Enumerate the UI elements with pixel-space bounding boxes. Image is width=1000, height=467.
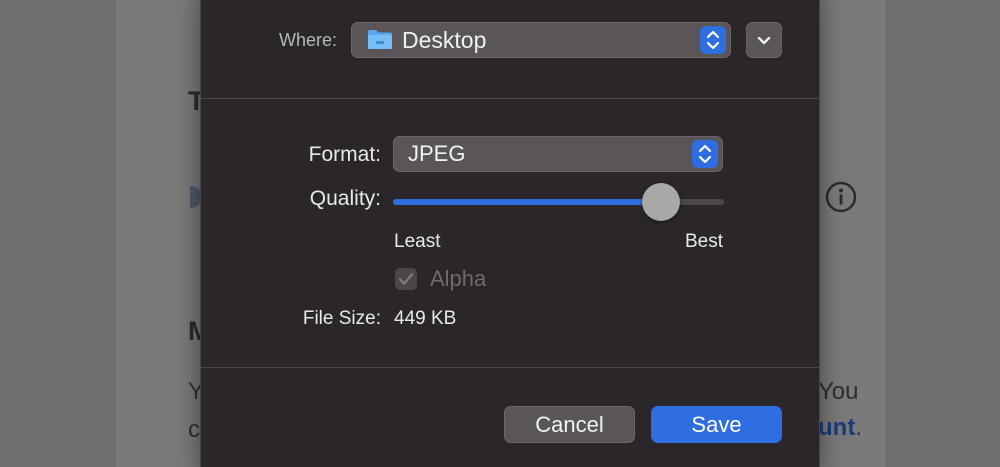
background-text-fragment: c	[188, 416, 200, 443]
quality-max-label: Best	[684, 231, 723, 252]
quality-slider[interactable]	[393, 183, 724, 221]
up-down-chevron-icon	[706, 30, 720, 50]
quality-slider-knob[interactable]	[642, 183, 681, 221]
background-link-fragment: unt.	[818, 414, 862, 442]
save-dialog: Where: Desktop Format: JPEG Quality: Lea…	[200, 0, 820, 467]
format-value: JPEG	[408, 141, 466, 166]
background-text-fragment: You	[818, 378, 859, 405]
alpha-checkbox[interactable]	[395, 268, 417, 290]
quality-slider-fill	[393, 199, 662, 205]
format-label: Format:	[308, 143, 381, 166]
folder-icon	[368, 30, 392, 49]
info-icon	[825, 181, 857, 213]
checkmark-icon	[398, 273, 414, 285]
quality-label: Quality:	[309, 187, 381, 210]
background-link: unt	[818, 414, 856, 441]
alpha-label: Alpha	[430, 266, 487, 291]
cancel-button[interactable]: Cancel	[504, 406, 635, 443]
footer-divider	[201, 367, 819, 368]
file-size-label: File Size:	[302, 308, 381, 329]
file-size-value: 449 KB	[394, 308, 457, 329]
section-divider	[201, 98, 819, 99]
where-popup[interactable]: Desktop	[351, 22, 731, 58]
up-down-chevron-icon	[698, 144, 712, 164]
format-popup[interactable]: JPEG	[393, 136, 723, 172]
chevron-down-icon	[757, 36, 771, 45]
expand-browser-button[interactable]	[746, 22, 782, 58]
save-button[interactable]: Save	[651, 406, 782, 443]
quality-min-label: Least	[394, 231, 441, 252]
where-stepper[interactable]	[700, 26, 726, 54]
where-label: Where:	[278, 30, 337, 50]
format-stepper[interactable]	[692, 140, 718, 168]
where-value: Desktop	[402, 27, 487, 53]
background-period: .	[855, 414, 862, 441]
